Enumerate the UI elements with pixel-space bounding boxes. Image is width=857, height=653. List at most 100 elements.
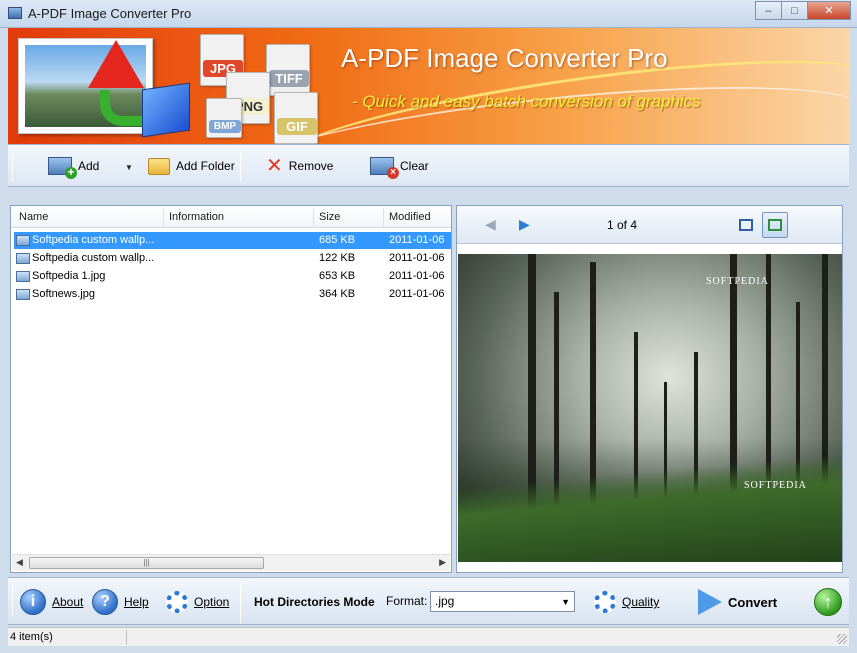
cell-modified: 2011-01-06 [389, 288, 445, 300]
actual-size-button[interactable] [762, 212, 788, 238]
add-button[interactable]: + Add [48, 153, 99, 179]
table-row[interactable]: Softpedia custom wallp... 685 KB 2011-01-0… [14, 232, 451, 249]
table-row[interactable]: Softnews.jpg 364 KB 2011-01-06 [14, 286, 451, 303]
cell-modified: 2011-01-06 [389, 270, 445, 282]
column-name-header[interactable]: Name [19, 211, 48, 223]
close-button[interactable]: ✕ [807, 1, 851, 20]
add-folder-label: Add Folder [176, 159, 235, 173]
convert-button[interactable]: Convert [698, 588, 777, 616]
minimize-button[interactable]: – [755, 1, 781, 20]
clear-image-icon: × [370, 157, 399, 179]
toolbar-separator [240, 152, 241, 181]
cell-name: Softpedia 1.jpg [32, 270, 106, 282]
scrollbar-thumb[interactable]: ||| [29, 557, 264, 569]
option-label: Option [194, 595, 230, 609]
clear-x-icon: × [387, 167, 399, 179]
cell-size: 122 KB [319, 252, 356, 264]
column-information-header[interactable]: Information [169, 211, 224, 223]
add-image-icon: + [48, 157, 77, 179]
add-label: Add [78, 159, 100, 173]
tiff-badge: TIFF [269, 70, 309, 87]
column-size-header[interactable]: Size [319, 211, 340, 223]
main-toolbar: + Add ▼ Add Folder ✕ Remove × Clear [8, 144, 849, 187]
cell-name: Softpedia custom wallp... [32, 234, 155, 246]
cell-size: 364 KB [319, 288, 356, 300]
cell-modified: 2011-01-06 [389, 234, 445, 246]
window-title: A-PDF Image Converter Pro [28, 6, 192, 21]
up-arrow-icon: ↑ [814, 588, 842, 616]
quality-button[interactable]: Quality [594, 588, 659, 616]
gif-file-icon: GIF [274, 92, 318, 144]
quality-gear-icon [594, 591, 616, 613]
item-count: 4 item(s) [10, 631, 53, 643]
cell-name: Softpedia custom wallp... [32, 252, 155, 264]
next-page-icon[interactable]: ▶ [519, 216, 530, 233]
plus-icon: + [65, 166, 77, 179]
add-folder-button[interactable]: Add Folder [148, 153, 235, 179]
file-list[interactable]: Name Information Size Modified Softpedia… [10, 205, 452, 573]
actual-size-icon [768, 219, 782, 231]
image-file-icon [16, 289, 30, 300]
image-preview: SOFTPEDIA SOFTPEDIA [458, 254, 842, 562]
cell-size: 653 KB [319, 270, 356, 282]
help-button[interactable]: ? Help [92, 588, 149, 616]
status-bar: 4 item(s) [8, 627, 849, 646]
tiff-file-icon: TIFF [266, 44, 310, 96]
remove-x-icon: ✕ [266, 155, 283, 177]
help-icon: ? [92, 589, 118, 615]
option-button[interactable]: Option [166, 588, 229, 616]
action-bar: i About ? Help Option Hot Directories Mo… [8, 577, 849, 625]
red-cone-icon [88, 40, 144, 88]
maximize-button[interactable]: □ [781, 1, 807, 20]
app-banner: JPG TIFF PNG GIF BMP A-PDF Image Convert… [8, 28, 849, 144]
bmp-file-icon: BMP [206, 98, 242, 138]
fit-to-window-icon [739, 219, 753, 231]
preview-toolbar: ◀ ▶ 1 of 4 [457, 206, 842, 244]
banner-subtitle: - Quick and easy batch conversion of gra… [352, 92, 701, 111]
quality-label: Quality [622, 595, 660, 609]
hot-directories-mode-button[interactable]: Hot Directories Mode [254, 588, 375, 616]
fit-to-window-button[interactable] [733, 212, 759, 238]
window-controls: – □ ✕ [755, 1, 851, 20]
clear-button[interactable]: × Clear [370, 153, 429, 179]
table-row[interactable]: Softpedia 1.jpg 653 KB 2011-01-06 [14, 268, 451, 285]
add-dropdown-arrow-icon[interactable]: ▼ [125, 163, 133, 172]
toolbar-separator [12, 152, 13, 181]
horizontal-scrollbar[interactable]: ◀ ||| ▶ [12, 554, 450, 571]
previous-page-icon[interactable]: ◀ [485, 216, 496, 233]
app-icon [8, 7, 22, 19]
about-button[interactable]: i About [20, 588, 83, 616]
go-up-button[interactable]: ↑ [814, 588, 842, 616]
column-modified-header[interactable]: Modified [389, 211, 431, 223]
format-value: .jpg [435, 594, 455, 608]
clear-label: Clear [400, 159, 429, 173]
format-label: Format: [386, 594, 428, 608]
preview-panel: ◀ ▶ 1 of 4 SOFTPEDIA SOFTPEDIA [456, 205, 843, 573]
convert-label: Convert [728, 594, 778, 610]
convert-arrow-icon [698, 589, 722, 615]
forest-floor [458, 452, 842, 562]
format-select[interactable]: .jpg ▼ [430, 591, 575, 612]
cell-name: Softnews.jpg [32, 288, 95, 300]
cell-size: 685 KB [319, 234, 356, 246]
blue-cube-icon [142, 82, 190, 138]
watermark-bottom: SOFTPEDIA [744, 480, 807, 491]
table-row[interactable]: Softpedia custom wallp... 122 KB 2011-01-0… [14, 250, 451, 267]
hot-directories-label: Hot Directories Mode [254, 595, 375, 609]
scroll-right-arrow-icon[interactable]: ▶ [439, 557, 446, 568]
image-file-icon [16, 235, 30, 246]
window-titlebar: A-PDF Image Converter Pro – □ ✕ [0, 0, 857, 28]
watermark-top: SOFTPEDIA [706, 276, 769, 287]
about-label: About [52, 595, 84, 609]
remove-label: Remove [288, 159, 334, 173]
image-file-icon [16, 253, 30, 264]
remove-button[interactable]: ✕ Remove [266, 153, 333, 179]
add-folder-icon [148, 157, 170, 175]
gear-icon [166, 591, 188, 613]
image-file-icon [16, 271, 30, 282]
scroll-left-arrow-icon[interactable]: ◀ [16, 557, 23, 568]
gif-badge: GIF [277, 118, 317, 135]
page-indicator: 1 of 4 [607, 218, 638, 232]
resize-grip[interactable] [837, 634, 847, 644]
banner-title: A-PDF Image Converter Pro [341, 43, 668, 73]
